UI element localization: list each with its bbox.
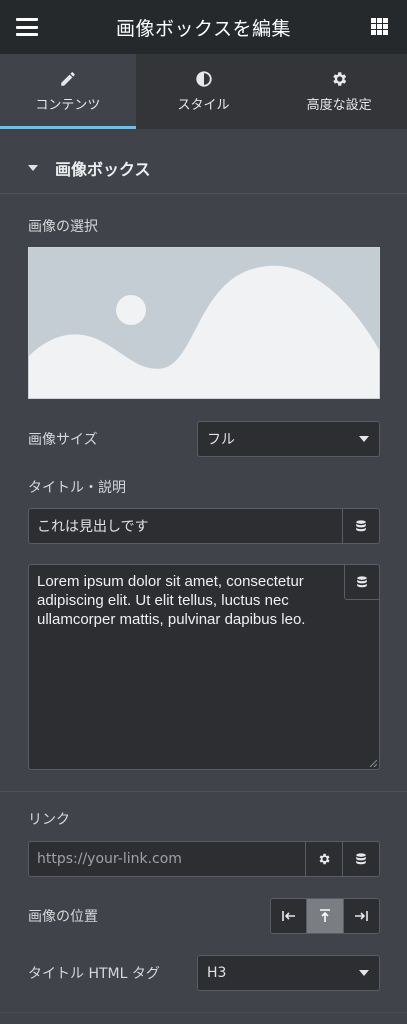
description-dynamic-tags-button[interactable] <box>344 564 380 600</box>
title-input[interactable]: これは見出しです <box>28 508 343 544</box>
image-size-select[interactable]: フル <box>197 421 380 457</box>
link-label: リンク <box>28 812 70 828</box>
title-tag-label: タイトル HTML タグ <box>28 966 160 982</box>
title-tag-value: H3 <box>207 965 227 981</box>
title-tag-select[interactable]: H3 <box>197 955 380 991</box>
tab-style-label: スタイル <box>177 98 230 113</box>
image-size-label: 画像サイズ <box>28 432 98 448</box>
pencil-icon <box>61 72 75 86</box>
panel-bottom-edge <box>0 1012 407 1024</box>
editor-header: 画像ボックスを編集 <box>0 0 407 54</box>
resize-handle-icon[interactable] <box>369 759 377 767</box>
panel-title: 画像ボックスを編集 <box>116 17 291 40</box>
chevron-down-icon <box>359 436 369 442</box>
description-text: Lorem ipsum dolor sit amet, consectetur … <box>37 573 306 628</box>
link-placeholder: https://your-link.com <box>37 851 182 867</box>
link-options-button[interactable] <box>305 841 343 877</box>
image-size-value: フル <box>207 432 235 448</box>
title-input-value: これは見出しです <box>37 519 149 535</box>
tab-advanced[interactable]: 高度な設定 <box>271 54 407 129</box>
image-position-choices <box>270 898 380 934</box>
tab-advanced-label: 高度な設定 <box>306 98 372 113</box>
align-top-icon <box>319 909 330 922</box>
dynamic-tags-button[interactable] <box>342 508 380 544</box>
image-placeholder-icon <box>29 248 379 398</box>
section-toggle-image-box[interactable]: 画像ボックス <box>0 142 407 194</box>
image-placeholder[interactable] <box>28 247 380 399</box>
section-divider <box>0 791 407 792</box>
hamburger-icon[interactable] <box>16 18 38 36</box>
tab-style[interactable]: スタイル <box>136 54 272 129</box>
panel-tabs: コンテンツ スタイル 高度な設定 <box>0 54 407 129</box>
tab-content-label: コンテンツ <box>35 98 101 113</box>
half-circle-icon <box>195 71 212 87</box>
gear-icon <box>333 72 347 86</box>
position-right-button[interactable] <box>343 899 379 933</box>
database-icon <box>356 853 366 865</box>
description-textarea[interactable]: Lorem ipsum dolor sit amet, consectetur … <box>28 564 380 770</box>
section-title: 画像ボックス <box>55 159 151 179</box>
caret-down-icon <box>28 164 38 171</box>
align-left-icon <box>281 911 295 921</box>
tab-separator <box>0 129 407 142</box>
link-input[interactable]: https://your-link.com <box>28 841 306 877</box>
image-position-label: 画像の位置 <box>28 909 98 925</box>
position-left-button[interactable] <box>271 899 308 933</box>
database-icon <box>356 520 366 532</box>
link-dynamic-tags-button[interactable] <box>342 841 380 877</box>
grid-icon[interactable] <box>371 18 388 35</box>
image-label: 画像の選択 <box>28 219 98 235</box>
position-top-button[interactable] <box>307 899 344 933</box>
gear-icon <box>319 853 330 865</box>
tab-content[interactable]: コンテンツ <box>0 54 136 129</box>
title-description-label: タイトル・説明 <box>28 480 126 496</box>
database-icon <box>357 576 367 588</box>
align-right-icon <box>355 911 369 921</box>
chevron-down-icon <box>359 970 369 976</box>
